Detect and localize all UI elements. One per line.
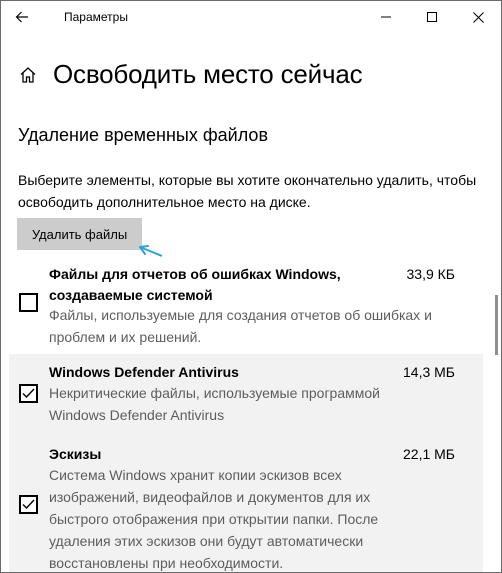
maximize-button[interactable] xyxy=(409,1,455,33)
item-name-line1: Файлы для отчетов об ошибках Windows, xyxy=(49,266,341,282)
item-description: Файлы, используемые для создания отчетов… xyxy=(49,307,432,345)
item-size: 14,3 МБ xyxy=(403,364,455,380)
item-checkbox[interactable] xyxy=(19,384,38,403)
section-description: Выберите элементы, которые вы хотите око… xyxy=(18,172,477,210)
checkmark-icon xyxy=(22,499,35,510)
back-arrow-icon xyxy=(15,11,28,23)
delete-files-button[interactable]: Удалить файлы xyxy=(17,218,142,250)
back-button[interactable] xyxy=(9,5,35,29)
checkmark-icon xyxy=(22,388,35,399)
close-icon xyxy=(472,11,484,23)
item-description: Система Windows хранит копии эскизов все… xyxy=(49,467,379,571)
item-description: Некритические файлы, используемые програ… xyxy=(49,385,380,423)
item-name: Windows Defender Antivirus xyxy=(49,364,239,380)
item-name: Эскизы xyxy=(49,446,102,462)
maximize-icon xyxy=(427,12,437,22)
title-bar: Параметры xyxy=(1,1,501,33)
item-checkbox[interactable] xyxy=(19,293,38,312)
minimize-button[interactable] xyxy=(363,1,409,33)
scrollbar-thumb[interactable] xyxy=(495,295,498,355)
item-name-line2: создаваемые системой xyxy=(49,287,213,303)
close-button[interactable] xyxy=(455,1,501,33)
item-name: Файлы для отчетов об ошибках Windows, со… xyxy=(49,264,389,306)
item-checkbox[interactable] xyxy=(19,495,38,514)
settings-window: Параметры Освободить место сейчас Удален… xyxy=(0,0,502,573)
home-icon[interactable] xyxy=(17,64,39,86)
section-title: Удаление временных файлов xyxy=(18,125,269,145)
list-item: Эскизы 22,1 МБ Система Windows хранит ко… xyxy=(9,436,483,572)
scrollbar[interactable] xyxy=(492,33,500,572)
window-title: Параметры xyxy=(64,10,128,24)
list-item: Windows Defender Antivirus 14,3 МБ Некри… xyxy=(9,354,483,436)
page-header: Освободить место сейчас xyxy=(17,59,363,90)
page-title: Освободить место сейчас xyxy=(53,59,363,89)
item-size: 22,1 МБ xyxy=(403,446,455,462)
list-item: Файлы для отчетов об ошибках Windows, со… xyxy=(9,260,483,350)
item-size: 33,9 КБ xyxy=(406,266,455,282)
minimize-icon xyxy=(381,16,391,18)
